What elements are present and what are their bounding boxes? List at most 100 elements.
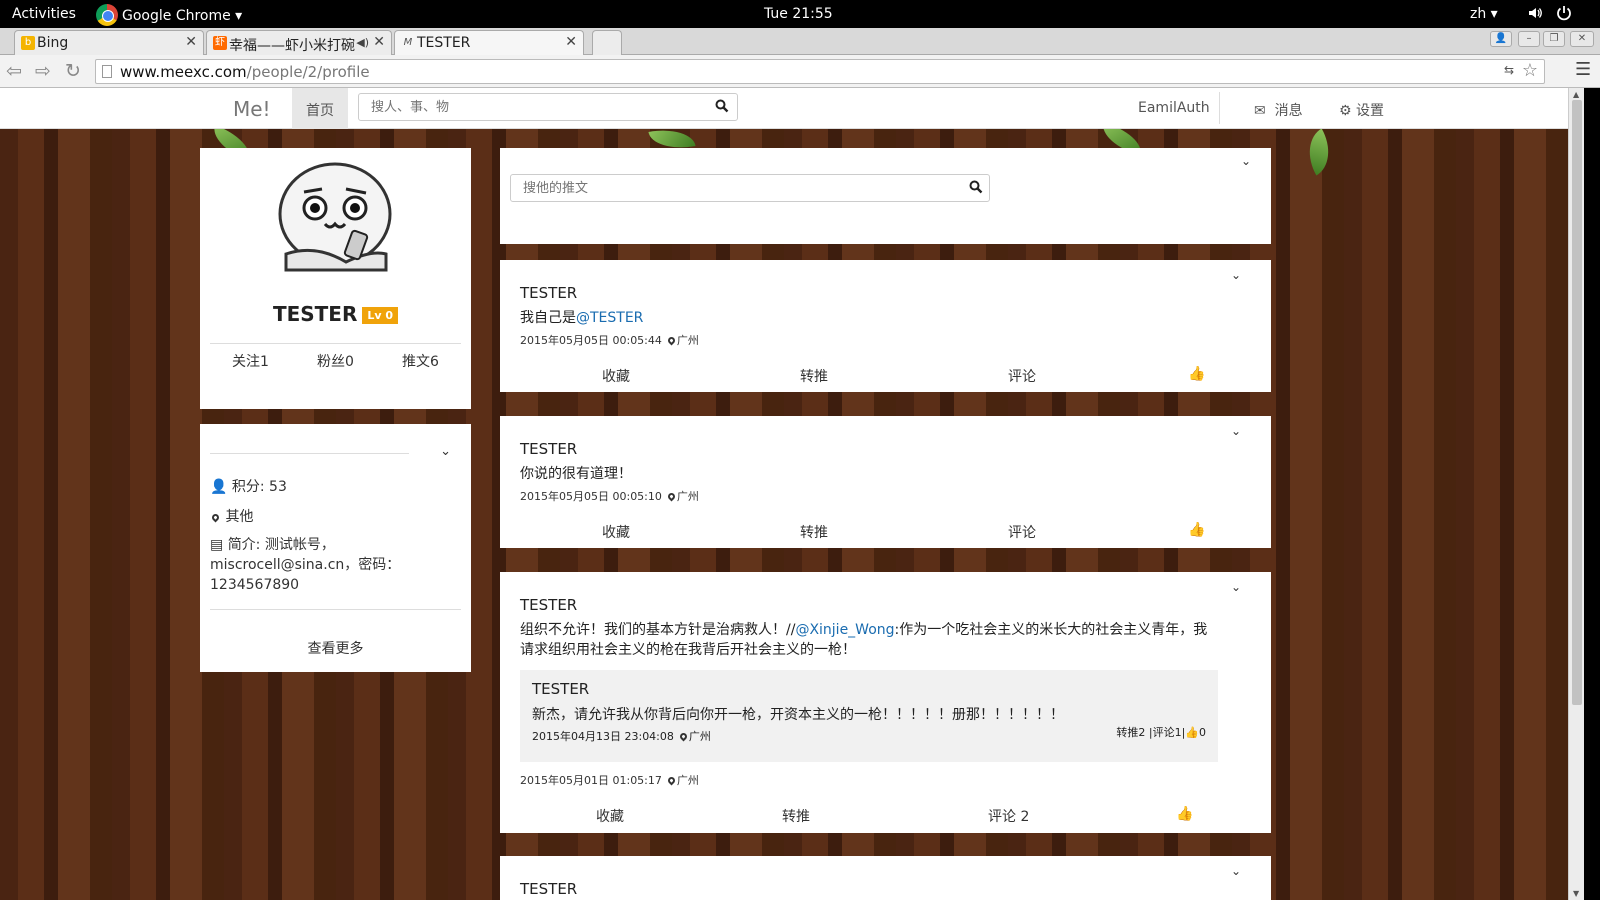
tab-xiami[interactable]: 虾 幸福——虾小米打碗 ◀) ✕ [206,30,392,55]
page-icon [102,65,112,78]
audio-icon[interactable]: ◀) [356,36,369,49]
messages-link[interactable]: ✉ 消息 [1254,100,1303,120]
profile-icon[interactable]: 👤 [1490,31,1512,47]
thumbs-up-icon[interactable]: 👍 [1176,806,1193,822]
scroll-down-icon[interactable]: ▼ [1573,889,1579,898]
chevron-down-icon[interactable]: ⌄ [1231,864,1241,878]
tweet-meta: 2015年05月05日 00:05:10 广州 [520,488,699,504]
quoted-author[interactable]: TESTER [532,680,589,698]
chevron-down-icon[interactable]: ⌄ [1231,580,1241,594]
thumbs-up-icon[interactable]: 👍 [1188,366,1205,382]
profile-stats: 关注1 粉丝0 推文6 [200,351,471,371]
language-indicator[interactable]: zh ▾ [1470,6,1498,22]
reload-icon[interactable]: ↻ [65,60,81,82]
tweet-text: 我自己是@TESTER [520,308,1219,328]
bookmark-star-icon[interactable]: ☆ [1522,60,1538,81]
bio-line-1: 简介: 测试帐号， [227,537,335,553]
quoted-tweet[interactable]: TESTER 新杰，请允许我从你背后向你开一枪，开资本主义的一枪！！！！！册那！… [520,670,1218,762]
app-name: Google Chrome ▾ [122,8,243,24]
settings-label: 设置 [1356,103,1385,119]
tweet-author[interactable]: TESTER [520,596,577,614]
retweet-button[interactable]: 转推 [782,806,810,826]
minimize-icon[interactable]: – [1518,31,1540,47]
settings-link[interactable]: ⚙ 设置 [1339,100,1384,120]
tweet-author[interactable]: TESTER [520,440,577,458]
close-window-icon[interactable]: ✕ [1570,31,1594,47]
tweet-search-input[interactable] [523,176,963,200]
favorite-button[interactable]: 收藏 [602,522,630,542]
url-path: /people/2/profile [246,63,370,81]
location-value: 其他 [225,509,254,525]
tweet-text-body: 我自己是 [520,310,576,326]
close-tab-icon[interactable]: ✕ [373,34,385,50]
xiami-icon: 虾 [213,36,227,50]
retweet-button[interactable]: 转推 [800,522,828,542]
close-tab-icon[interactable]: ✕ [565,34,577,50]
maximize-icon[interactable]: ❐ [1543,31,1565,47]
me-icon: M [403,37,413,48]
bio-line-2: miscrocell@sina.cn，密码： [210,557,401,573]
chrome-menu-icon[interactable]: ☰ [1575,59,1591,80]
mention-link[interactable]: @TESTER [576,310,643,326]
page-scrollbar[interactable]: ▲ ▼ [1568,88,1584,900]
comment-button[interactable]: 评论 2 [988,806,1029,826]
view-more-link[interactable]: 查看更多 [200,638,471,658]
tweet-place: 广州 [676,334,699,347]
envelope-icon: ✉ [1254,103,1266,119]
activities-button[interactable]: Activities [12,6,76,22]
tweet-author[interactable]: TESTER [520,880,577,898]
chevron-down-icon[interactable]: ⌄ [440,444,451,459]
chevron-down-icon[interactable]: ⌄ [1231,268,1241,282]
retweet-button[interactable]: 转推 [800,366,828,386]
os-top-bar: Activities Google Chrome ▾ Tue 21:55 zh … [0,0,1600,28]
comment-button[interactable]: 评论 [1008,366,1036,386]
location-row: 其他 [210,506,253,526]
scroll-up-icon[interactable]: ▲ [1573,90,1579,99]
power-icon[interactable] [1555,4,1573,22]
chevron-down-icon[interactable]: ⌄ [1231,424,1241,438]
followers-count[interactable]: 粉丝0 [317,351,354,371]
address-bar[interactable]: www.meexc.com/people/2/profile ⇆ ☆ [95,59,1545,84]
speaker-icon[interactable] [1527,5,1543,21]
favorite-button[interactable]: 收藏 [596,806,624,826]
scrollbar-thumb[interactable] [1572,100,1582,705]
following-count[interactable]: 关注1 [232,351,269,371]
back-icon[interactable]: ⇦ [6,60,22,82]
clock[interactable]: Tue 21:55 [764,6,833,22]
tweet-text: 你说的很有道理！ [520,466,632,482]
new-tab-button[interactable] [592,30,622,55]
tab-tester[interactable]: M TESTER ✕ [394,30,584,55]
quoted-meta: 2015年04月13日 23:04:08 广州 [532,728,711,744]
site-brand[interactable]: Me! [233,97,271,121]
nav-home[interactable]: 首页 [292,88,348,129]
translate-icon[interactable]: ⇆ [1504,63,1514,77]
thumbs-up-icon[interactable]: 👍 [1188,522,1205,538]
comment-button[interactable]: 评论 [1008,522,1036,542]
bing-icon: b [21,36,35,50]
tweet-time: 2015年05月05日 00:05:10 [520,490,662,503]
gear-icon: ⚙ [1339,103,1352,119]
tweet-meta: 2015年05月01日 01:05:17 广州 [520,772,699,788]
messages-label: 消息 [1274,103,1303,119]
site-search-input[interactable] [371,95,711,119]
quoted-text: 新杰，请允许我从你背后向你开一枪，开资本主义的一枪！！！！！册那！！！！！！ [532,707,1064,723]
chevron-down-icon[interactable]: ⌄ [1241,154,1251,168]
account-link[interactable]: EamilAuth [1138,100,1210,116]
tweets-count[interactable]: 推文6 [402,351,439,371]
favorite-button[interactable]: 收藏 [602,366,630,386]
search-icon[interactable] [715,99,729,113]
quoted-time: 2015年04月13日 23:04:08 [532,730,674,743]
map-pin-icon [210,512,221,523]
browser-toolbar: ⇦ ⇨ ↻ www.meexc.com/people/2/profile ⇆ ☆… [0,55,1600,88]
tweet-place: 广州 [676,490,699,503]
search-icon[interactable] [969,180,983,194]
avatar[interactable] [276,162,394,280]
mention-link[interactable]: @Xinjie_Wong [795,622,894,638]
forward-icon[interactable]: ⇨ [35,60,51,82]
map-pin-icon [666,775,677,786]
tab-bing[interactable]: b Bing ✕ [14,30,204,55]
close-tab-icon[interactable]: ✕ [185,34,197,50]
tweet-text-body: 组织不允许！我们的基本方针是治病救人！// [520,622,796,638]
app-menu[interactable]: Google Chrome ▾ [96,4,243,26]
tweet-author[interactable]: TESTER [520,284,577,302]
